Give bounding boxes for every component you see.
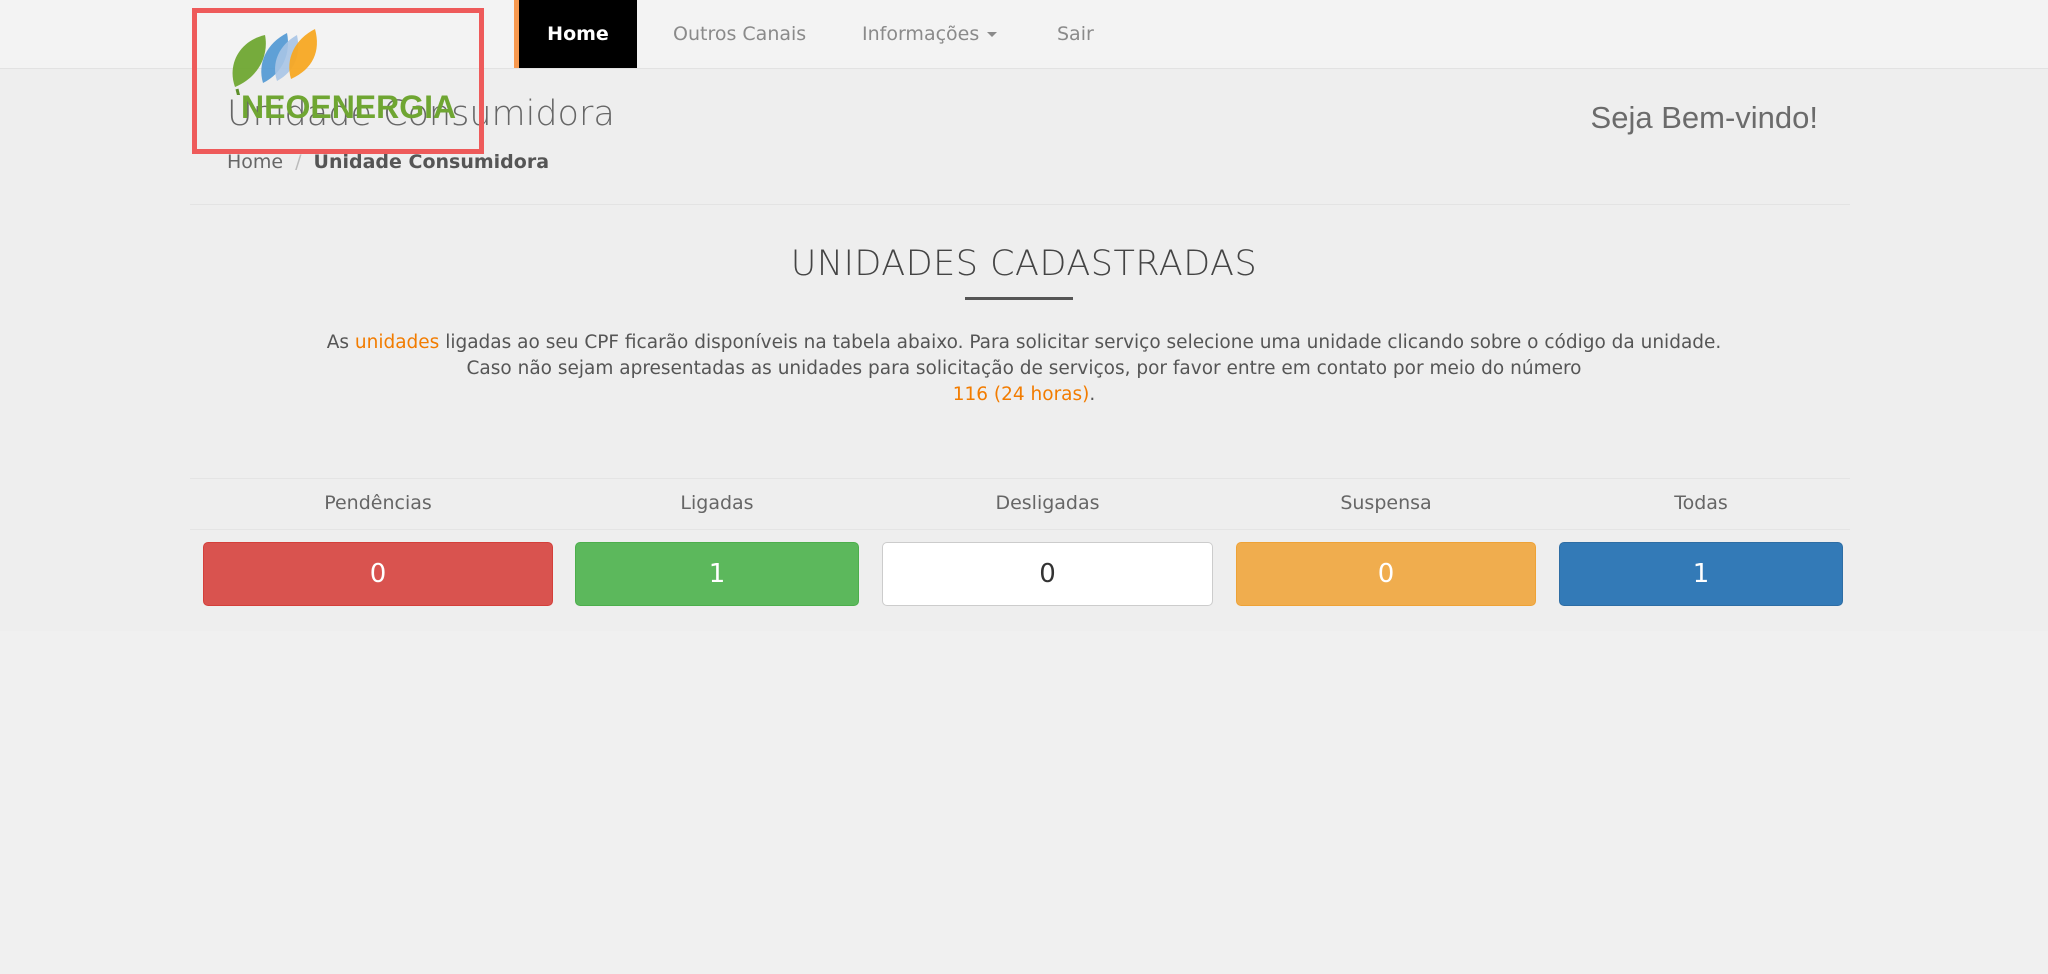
table-top-border <box>190 478 1850 479</box>
pendencias-count-button[interactable]: 0 <box>203 542 553 606</box>
logo-text: NEOENERGIA <box>241 89 457 125</box>
breadcrumb-current: Unidade Consumidora <box>313 151 550 173</box>
table-header-border <box>190 529 1850 530</box>
nav-item-sair[interactable]: Sair <box>1057 0 1094 68</box>
info-line-3-suffix: . <box>1089 384 1096 405</box>
info-line-1-rest: ligadas ao seu CPF ficarão disponíveis n… <box>439 332 1722 353</box>
info-text: As unidades ligadas ao seu CPF ficarão d… <box>0 330 2048 408</box>
nav-item-outros-canais[interactable]: Outros Canais <box>673 0 806 68</box>
todas-count-button[interactable]: 1 <box>1559 542 1843 606</box>
column-header-desligadas: Desligadas <box>995 492 1100 514</box>
column-header-ligadas: Ligadas <box>680 492 754 514</box>
chevron-down-icon <box>987 32 998 37</box>
suspensa-count-button[interactable]: 0 <box>1236 542 1536 606</box>
info-line-1: As unidades ligadas ao seu CPF ficarão d… <box>0 330 2048 356</box>
info-line-1-prefix: As <box>326 332 355 353</box>
phone-number: 116 (24 horas) <box>952 384 1090 405</box>
info-line-3: 116 (24 horas). <box>0 382 2048 408</box>
desligadas-count-button[interactable]: 0 <box>882 542 1213 606</box>
header-divider <box>190 204 1850 205</box>
info-line-2: Caso não sejam apresentadas as unidades … <box>466 358 1582 379</box>
nav-item-informacoes[interactable]: Informações <box>862 0 998 68</box>
logo[interactable]: NEOENERGIA <box>192 8 484 154</box>
breadcrumb-home-link[interactable]: Home <box>227 151 283 173</box>
unidades-link[interactable]: unidades <box>355 332 439 353</box>
column-header-todas: Todas <box>1674 492 1728 514</box>
ligadas-count-button[interactable]: 1 <box>575 542 859 606</box>
welcome-text: Seja Bem-vindo! <box>1590 100 1818 135</box>
breadcrumb: Home / Unidade Consumidora <box>227 151 549 173</box>
column-header-pendencias: Pendências <box>324 492 432 514</box>
breadcrumb-separator: / <box>295 151 302 173</box>
section-title-underline <box>965 297 1073 300</box>
column-header-suspensa: Suspensa <box>1340 492 1432 514</box>
nav-item-home[interactable]: Home <box>519 0 637 68</box>
leaf-logo-icon <box>232 29 317 95</box>
section-title: UNIDADES CADASTRADAS <box>790 244 1258 284</box>
nav-item-informacoes-label: Informações <box>862 23 980 45</box>
